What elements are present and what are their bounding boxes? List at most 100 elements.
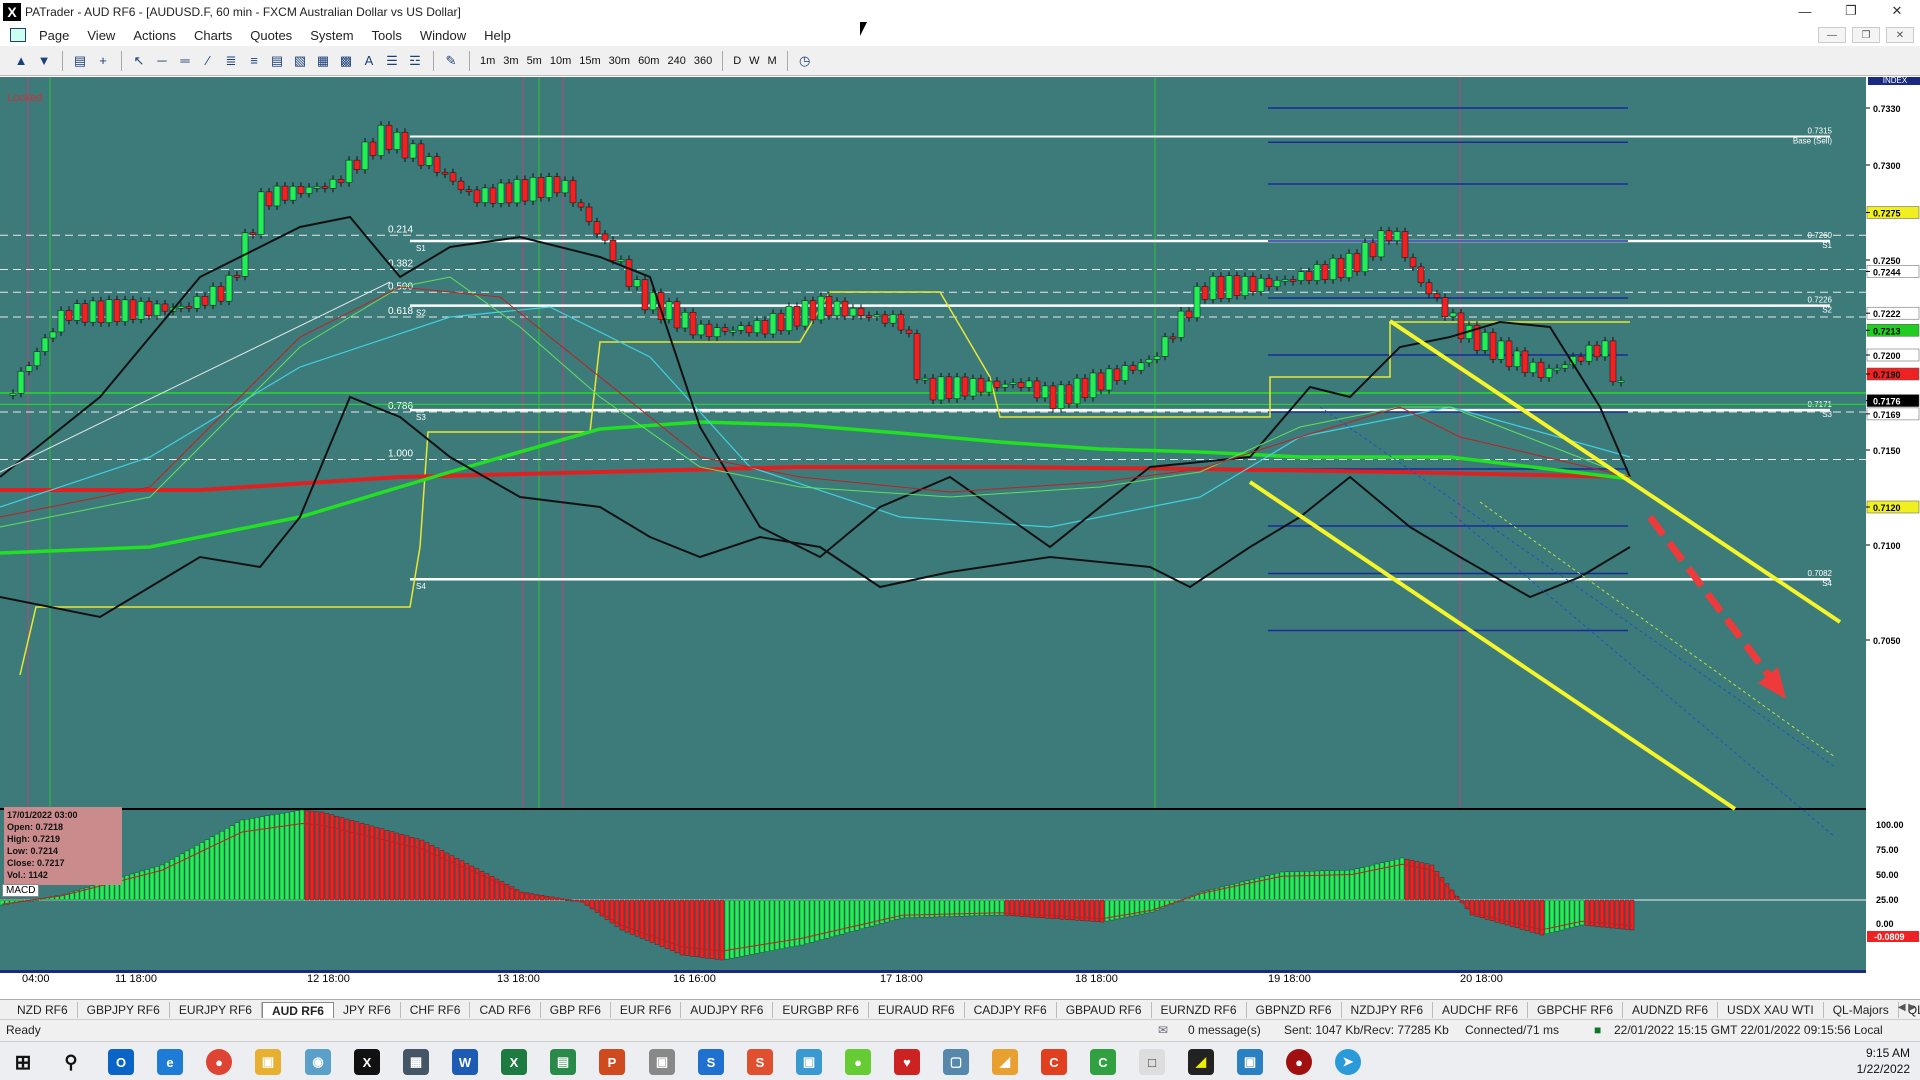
chart-page-icon[interactable]	[10, 28, 26, 42]
pointer-icon[interactable]: ↖	[128, 50, 150, 72]
tab-audnzd-rf6[interactable]: AUDNZD RF6	[1623, 1001, 1719, 1018]
edge-icon[interactable]: e	[157, 1049, 183, 1075]
buy-icon[interactable]: ▲	[10, 50, 32, 72]
menu-view[interactable]: View	[78, 28, 124, 43]
tab-cad-rf6[interactable]: CAD RF6	[470, 1001, 541, 1018]
app-icon[interactable]: ◉	[305, 1049, 331, 1075]
windows-start-icon[interactable]: ⊞	[10, 1049, 36, 1075]
tf-15m[interactable]: 15m	[575, 50, 604, 72]
tab-euraud-rf6[interactable]: EURAUD RF6	[869, 1001, 965, 1018]
period-m[interactable]: M	[764, 50, 781, 72]
outlook-icon[interactable]: O	[108, 1049, 134, 1075]
list-icon[interactable]: ☲	[404, 50, 426, 72]
app-icon-5[interactable]: ▣	[796, 1049, 822, 1075]
excel-icon[interactable]: X	[501, 1049, 527, 1075]
crosshair-icon[interactable]: +	[92, 50, 114, 72]
search-icon[interactable]: ⚲	[58, 1049, 84, 1075]
chart-icon[interactable]: ▤	[69, 50, 91, 72]
pivot-icon[interactable]: ▤	[266, 50, 288, 72]
app-icon-7[interactable]: ♥	[894, 1049, 920, 1075]
tab-audjpy-rf6[interactable]: AUDJPY RF6	[681, 1001, 774, 1018]
levels-icon[interactable]: ☰	[381, 50, 403, 72]
notepad-icon[interactable]: □	[1139, 1049, 1165, 1075]
app-icon-3[interactable]: S	[698, 1049, 724, 1075]
tab-ql-majors[interactable]: QL-Majors	[1824, 1001, 1899, 1018]
menu-help[interactable]: Help	[475, 28, 520, 43]
tf-360[interactable]: 360	[690, 50, 716, 72]
trendline-icon[interactable]: ∕	[197, 50, 219, 72]
menu-system[interactable]: System	[301, 28, 362, 43]
menu-actions[interactable]: Actions	[124, 28, 185, 43]
tab-scroll-arrows[interactable]: ◀ ▶	[1898, 1002, 1916, 1013]
tf-5m[interactable]: 5m	[523, 50, 546, 72]
tab-nzdjpy-rf6[interactable]: NZDJPY RF6	[1342, 1001, 1433, 1018]
menu-quotes[interactable]: Quotes	[241, 28, 301, 43]
tab-gbpchf-rf6[interactable]: GBPCHF RF6	[1528, 1001, 1624, 1018]
app-icon-14[interactable]: ●	[1286, 1049, 1312, 1075]
gann-icon[interactable]: ▧	[289, 50, 311, 72]
cycle-icon[interactable]: ▦	[312, 50, 334, 72]
menu-window[interactable]: Window	[411, 28, 475, 43]
minimize-button[interactable]: —	[1782, 0, 1828, 22]
tab-gbp-rf6[interactable]: GBP RF6	[541, 1001, 611, 1018]
tab-gbpnzd-rf6[interactable]: GBPNZD RF6	[1247, 1001, 1342, 1018]
tab-gbpaud-rf6[interactable]: GBPAUD RF6	[1057, 1001, 1152, 1018]
price-chart[interactable]: INDEX0.2140.3820.5000.6180.7861.000S1S2S…	[0, 77, 1920, 985]
mail-icon[interactable]: ✉	[1158, 1023, 1168, 1037]
tf-10m[interactable]: 10m	[546, 50, 575, 72]
tab-eurjpy-rf6[interactable]: EURJPY RF6	[170, 1001, 262, 1018]
tab-audchf-rf6[interactable]: AUDCHF RF6	[1433, 1001, 1529, 1018]
app-icon-6[interactable]: ●	[845, 1049, 871, 1075]
spreadsheet-icon[interactable]: ▤	[550, 1049, 576, 1075]
tab-cadjpy-rf6[interactable]: CADJPY RF6	[965, 1001, 1057, 1018]
app-icon-10[interactable]: C	[1041, 1049, 1067, 1075]
word-icon[interactable]: W	[452, 1049, 478, 1075]
mdi-minimize-button[interactable]: —	[1818, 27, 1846, 43]
tab-usdx-xau-wti[interactable]: USDX XAU WTI	[1718, 1001, 1824, 1018]
app-icon-13[interactable]: ▣	[1237, 1049, 1263, 1075]
powerpoint-icon[interactable]: P	[599, 1049, 625, 1075]
tab-nzd-rf6[interactable]: NZD RF6	[8, 1001, 78, 1018]
patrader-icon[interactable]: X	[354, 1049, 380, 1075]
app-icon-12[interactable]: ◢	[1188, 1049, 1214, 1075]
tf-240[interactable]: 240	[663, 50, 689, 72]
text-icon[interactable]: A	[358, 50, 380, 72]
restore-button[interactable]: ❐	[1828, 0, 1874, 22]
bars-icon[interactable]: ▩	[335, 50, 357, 72]
mdi-close-button[interactable]: ✕	[1886, 27, 1914, 43]
tf-3m[interactable]: 3m	[499, 50, 522, 72]
app-icon-2[interactable]: ▣	[649, 1049, 675, 1075]
mdi-restore-button[interactable]: ❐	[1852, 27, 1880, 43]
period-d[interactable]: D	[729, 50, 745, 72]
telegram-icon[interactable]: ➤	[1335, 1049, 1361, 1075]
menu-tools[interactable]: Tools	[363, 28, 411, 43]
draw-icon[interactable]: ✎	[440, 50, 462, 72]
period-w[interactable]: W	[745, 50, 763, 72]
channel-icon[interactable]: ═	[174, 50, 196, 72]
tf-1m[interactable]: 1m	[476, 50, 499, 72]
tf-30m[interactable]: 30m	[605, 50, 634, 72]
chrome-icon[interactable]: ●	[206, 1049, 232, 1075]
tab-eurgbp-rf6[interactable]: EURGBP RF6	[773, 1001, 869, 1018]
tab-jpy-rf6[interactable]: JPY RF6	[334, 1001, 401, 1018]
calculator-icon[interactable]: ▦	[403, 1049, 429, 1075]
tab-eurnzd-rf6[interactable]: EURNZD RF6	[1152, 1001, 1247, 1018]
tab-aud-rf6[interactable]: AUD RF6	[261, 1001, 334, 1018]
file-explorer-icon[interactable]: ▣	[255, 1049, 281, 1075]
clock-icon[interactable]: ◷	[794, 50, 816, 72]
chart-area[interactable]: INDEX 0.214 0.382 0.500 0.618 0.786 1.000 S1 S2 S…	[0, 77, 1920, 985]
menu-charts[interactable]: Charts	[185, 28, 241, 43]
tab-chf-rf6[interactable]: CHF RF6	[401, 1001, 471, 1018]
app-icon-11[interactable]: C	[1090, 1049, 1116, 1075]
fib-icon[interactable]: ≡	[243, 50, 265, 72]
menu-page[interactable]: Page	[30, 28, 78, 43]
close-button[interactable]: ✕	[1874, 0, 1920, 22]
hline-icon[interactable]: ─	[151, 50, 173, 72]
tf-60m[interactable]: 60m	[634, 50, 663, 72]
tab-eur-rf6[interactable]: EUR RF6	[611, 1001, 682, 1018]
app-icon-4[interactable]: S	[747, 1049, 773, 1075]
taskbar-clock[interactable]: 9:15 AM 1/22/2022	[1857, 1045, 1910, 1077]
tab-gbpjpy-rf6[interactable]: GBPJPY RF6	[78, 1001, 170, 1018]
fan-icon[interactable]: ≣	[220, 50, 242, 72]
app-icon-9[interactable]: ◢	[992, 1049, 1018, 1075]
